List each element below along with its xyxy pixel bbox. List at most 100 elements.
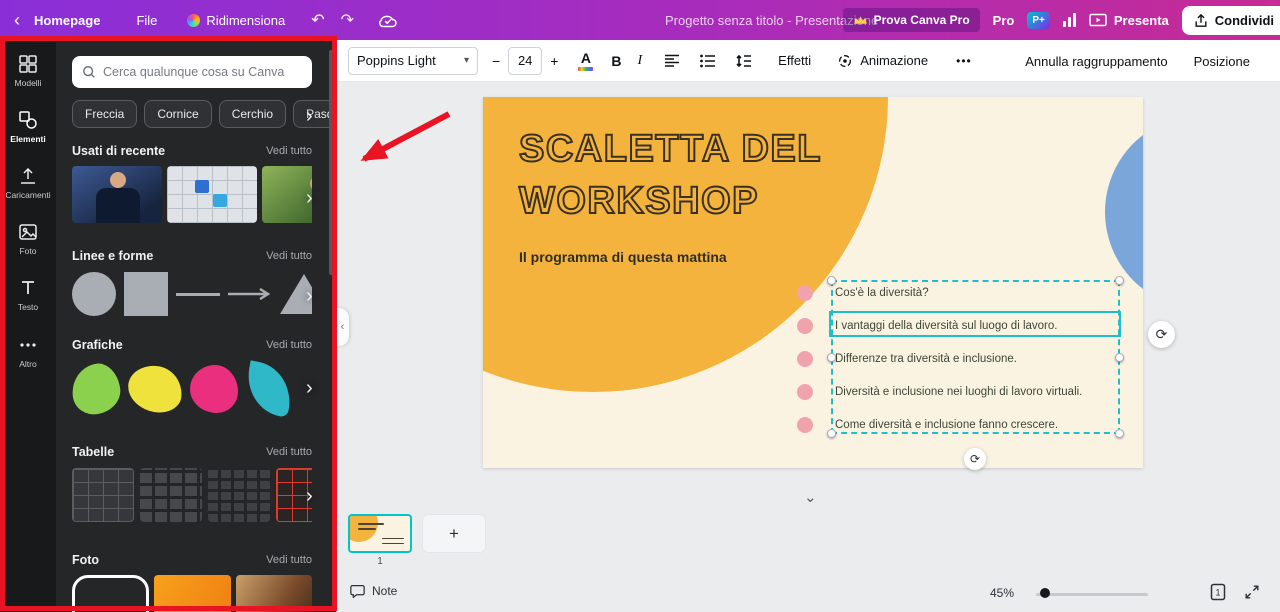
chips-scroll-chevron-icon[interactable]: › [306, 106, 313, 126]
undo-icon[interactable]: ↶ [311, 10, 324, 30]
search-icon [82, 65, 96, 79]
sidebar-item-altro[interactable]: Altro [0, 335, 56, 383]
try-pro-label: Prova Canva Pro [874, 13, 970, 27]
share-button[interactable]: Condividi [1182, 6, 1280, 35]
text-align-button[interactable] [664, 54, 680, 68]
redo-icon[interactable]: ↷ [341, 10, 354, 30]
graphics-scroll-chevron-icon[interactable]: › [306, 378, 313, 398]
homepage-link[interactable]: Homepage [34, 13, 100, 28]
sidebar-item-label: Testo [18, 302, 38, 312]
chip-cornice[interactable]: Cornice [144, 100, 211, 128]
recent-thumb-person[interactable] [262, 166, 312, 223]
chip-freccia[interactable]: Freccia [72, 100, 137, 128]
notes-button[interactable]: Note [350, 584, 397, 598]
more-options-button[interactable]: ••• [956, 54, 972, 68]
sidebar-item-foto[interactable]: Foto [0, 222, 56, 270]
see-all-lines-link[interactable]: Vedi tutto [266, 250, 312, 262]
shape-circle[interactable] [72, 272, 116, 316]
selection-box[interactable] [831, 280, 1120, 434]
recent-thumb-business[interactable] [72, 166, 162, 223]
sidebar-item-label: Caricamenti [5, 190, 50, 200]
toolbar-collapse-chevron-icon[interactable]: ⌄ [804, 488, 817, 506]
insights-bars-icon[interactable] [1063, 13, 1076, 27]
font-selector[interactable]: Poppins Light ▾ [348, 47, 478, 75]
shape-arrow[interactable] [228, 272, 272, 316]
selection-handle[interactable] [827, 353, 836, 362]
svg-text:1: 1 [1215, 588, 1220, 598]
page-number: 1 [348, 556, 412, 567]
see-all-tables-link[interactable]: Vedi tutto [266, 446, 312, 458]
font-size-decrease-button[interactable]: − [492, 53, 500, 69]
table-thumb-cells[interactable] [140, 468, 202, 522]
tables-scroll-chevron-icon[interactable]: › [306, 486, 313, 506]
slide-subtitle[interactable]: Il programma di questa mattina [519, 249, 727, 265]
photo-thumb-people[interactable] [236, 575, 312, 612]
photo-thumb-outline[interactable] [72, 575, 149, 612]
left-rail: Modelli Elementi Caricamenti Foto Testo … [0, 40, 56, 612]
italic-button[interactable]: I [638, 53, 643, 69]
zoom-slider-handle[interactable] [1040, 588, 1050, 598]
sidebar-item-modelli[interactable]: Modelli [0, 54, 56, 102]
chip-cerchio[interactable]: Cerchio [219, 100, 286, 128]
bold-button[interactable]: B [611, 53, 621, 69]
recent-thumb-keyboard[interactable] [167, 166, 257, 223]
text-toolbar: Poppins Light ▾ − 24 + A B I Effetti Ani… [336, 40, 1280, 82]
selection-handle[interactable] [827, 429, 836, 438]
shape-line[interactable] [176, 272, 220, 316]
page-view-button[interactable]: 1 [1208, 582, 1228, 602]
see-all-photos-link[interactable]: Vedi tutto [266, 554, 312, 566]
table-thumb-cells-small[interactable] [208, 468, 270, 522]
color-letter: A [581, 51, 591, 65]
resize-button[interactable]: Ridimensiona [187, 13, 285, 28]
line-glyph [176, 293, 220, 296]
graphic-green-blob[interactable] [72, 361, 123, 417]
sidebar-item-testo[interactable]: Testo [0, 278, 56, 326]
section-photos-header: Foto Vedi tutto [72, 553, 312, 567]
selection-handle[interactable] [827, 276, 836, 285]
page-thumbnail-1[interactable] [348, 514, 412, 553]
text-color-button[interactable]: A [578, 51, 593, 71]
back-chevron-icon[interactable]: ‹ [14, 11, 20, 29]
slide-canvas[interactable]: SCALETTA DEL WORKSHOP Il programma di qu… [483, 97, 1143, 468]
photo-thumb-orange[interactable] [154, 575, 230, 612]
see-all-graphics-link[interactable]: Vedi tutto [266, 339, 312, 351]
panel-collapse-tab[interactable]: ‹ [336, 308, 349, 346]
shapes-scroll-chevron-icon[interactable]: › [306, 286, 313, 306]
panel-scrollbar[interactable] [329, 50, 333, 275]
table-thumb-grid[interactable] [72, 468, 134, 522]
font-size-increase-button[interactable]: + [550, 53, 558, 69]
try-pro-button[interactable]: Prova Canva Pro [843, 8, 980, 32]
sidebar-item-elementi[interactable]: Elementi [0, 110, 56, 158]
line-spacing-button[interactable] [736, 54, 752, 68]
ungroup-button[interactable]: Annulla raggruppamento [1025, 54, 1167, 69]
shape-square[interactable] [124, 272, 168, 316]
fullscreen-icon [1244, 584, 1260, 600]
graphic-pink-blob[interactable] [190, 365, 238, 413]
selection-handle[interactable] [1115, 276, 1124, 285]
rotate-handle[interactable]: ⟳ [964, 448, 986, 470]
see-all-recent-link[interactable]: Vedi tutto [266, 145, 312, 157]
position-button[interactable]: Posizione [1194, 54, 1250, 69]
refresh-style-button[interactable]: ⟳ [1148, 321, 1175, 348]
resize-icon [187, 14, 200, 27]
search-input[interactable] [103, 65, 302, 79]
search-bar[interactable] [72, 56, 312, 88]
templates-icon [18, 54, 38, 74]
present-button[interactable]: Presenta [1089, 13, 1169, 28]
animate-button[interactable]: Animazione [837, 53, 928, 69]
selection-handle[interactable] [1115, 353, 1124, 362]
file-menu[interactable]: File [136, 13, 157, 28]
graphic-yellow-blob[interactable] [126, 363, 185, 414]
bullet-list-button[interactable] [700, 54, 716, 68]
font-size-input[interactable]: 24 [508, 47, 542, 75]
zoom-slider-track[interactable] [1036, 593, 1148, 596]
sidebar-item-caricamenti[interactable]: Caricamenti [0, 166, 56, 214]
recent-scroll-chevron-icon[interactable]: › [306, 188, 313, 208]
slide-title[interactable]: SCALETTA DEL WORKSHOP [519, 123, 822, 227]
graphic-teal-leaf[interactable] [242, 360, 296, 417]
add-page-button[interactable]: + [422, 514, 486, 553]
effects-button[interactable]: Effetti [778, 53, 811, 68]
selection-handle[interactable] [1115, 429, 1124, 438]
team-avatar-badge[interactable]: P+ [1027, 12, 1050, 29]
fullscreen-button[interactable] [1242, 582, 1262, 602]
